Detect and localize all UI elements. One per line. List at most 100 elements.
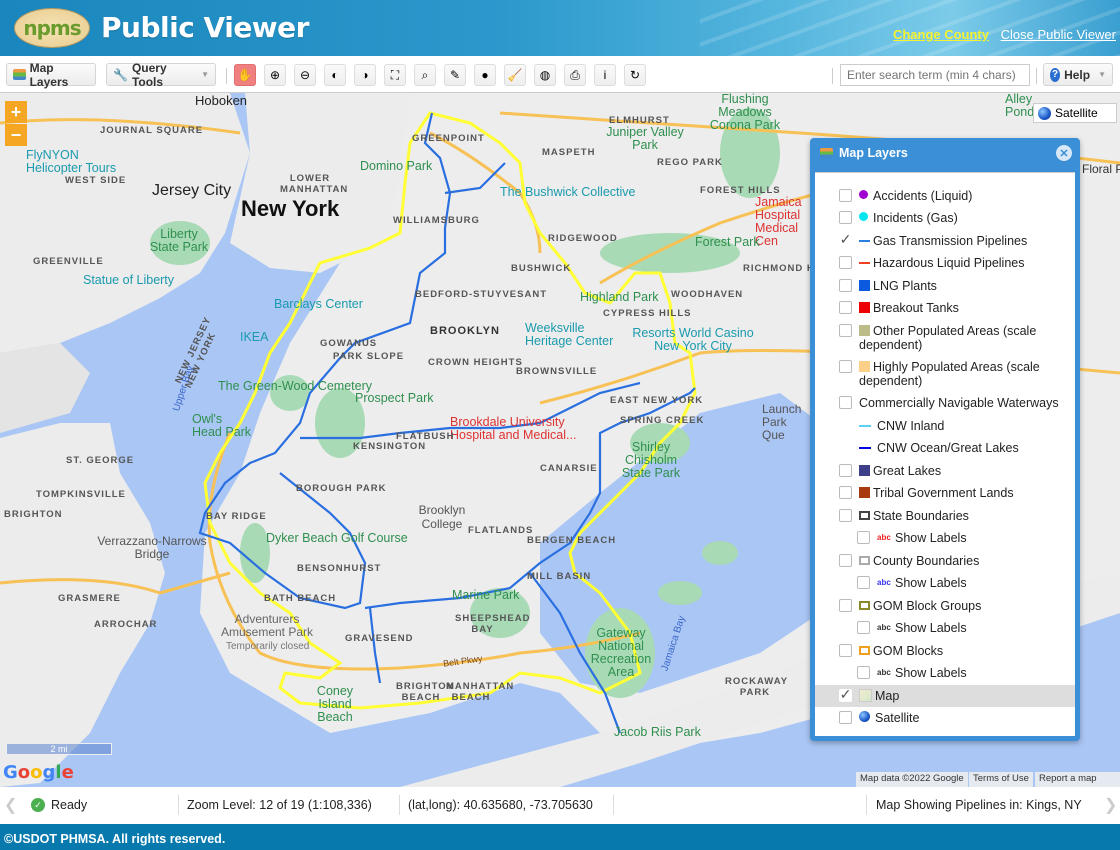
layer-item[interactable]: Breakout Tanks xyxy=(815,297,1075,319)
close-viewer-link[interactable]: Close Public Viewer xyxy=(1001,27,1116,42)
layer-item[interactable]: abc Show Labels xyxy=(815,662,1075,684)
layer-item[interactable]: abc Show Labels xyxy=(815,617,1075,639)
satellite-toggle-button[interactable]: Satellite xyxy=(1033,103,1117,123)
refresh-icon[interactable]: ↻ xyxy=(624,64,646,86)
change-county-link[interactable]: Change County xyxy=(893,27,989,42)
satellite-label: Satellite xyxy=(1055,106,1098,120)
layer-checkbox[interactable] xyxy=(839,301,852,314)
terms-of-use-link[interactable]: Terms of Use xyxy=(969,772,1033,787)
layer-label-continued: dependent) xyxy=(859,374,923,388)
zoom-previous-icon[interactable]: ◐ xyxy=(324,64,346,86)
identify-icon[interactable]: ⌕ xyxy=(414,64,436,86)
layer-item[interactable]: Hazardous Liquid Pipelines xyxy=(815,252,1075,274)
layer-checkbox[interactable] xyxy=(839,554,852,567)
zoom-out-button[interactable]: − xyxy=(5,124,27,146)
map-label: Liberty State Park xyxy=(149,227,209,254)
report-map-error-link[interactable]: Report a map error xyxy=(1035,772,1120,787)
layer-item[interactable]: ✓ Map xyxy=(815,685,1075,707)
logo-text: npms xyxy=(23,16,81,40)
map-label: Marine Park xyxy=(452,588,520,602)
layer-item[interactable]: CNW Ocean/Great Lakes xyxy=(815,437,1075,459)
map-label: Launch Park Que xyxy=(762,402,802,442)
help-button[interactable]: ? Help ▼ xyxy=(1043,63,1113,86)
map-label: BROOKLYN xyxy=(430,325,500,337)
scroll-right-icon[interactable]: ❯ xyxy=(1104,795,1117,815)
layer-checkbox[interactable] xyxy=(839,189,852,202)
layer-checkbox[interactable] xyxy=(839,464,852,477)
layer-item[interactable]: Other Populated Areas (scale dependent) xyxy=(815,320,1075,356)
layer-item[interactable]: LNG Plants xyxy=(815,275,1075,297)
map-label: Shirley Chisholm State Park xyxy=(621,440,681,480)
layer-checkbox[interactable] xyxy=(839,256,852,269)
area-symbol-icon xyxy=(859,361,870,372)
zoom-in-button[interactable]: + xyxy=(5,101,27,123)
map-label: BENSONHURST xyxy=(297,563,382,574)
layer-item[interactable]: CNW Inland xyxy=(815,415,1075,437)
layer-checkbox[interactable] xyxy=(857,531,870,544)
label-abc-icon: abc xyxy=(877,578,891,587)
pan-hand-icon[interactable]: ✋ xyxy=(234,64,256,86)
map-layers-button[interactable]: Map Layers xyxy=(6,61,96,89)
query-tools-button[interactable]: 🔧 Query Tools ▼ xyxy=(106,61,216,89)
layer-checkbox[interactable]: ✓ xyxy=(839,232,852,247)
layer-checkbox[interactable]: ✓ xyxy=(839,687,852,702)
info-icon[interactable]: i xyxy=(594,64,616,86)
layer-checkbox[interactable] xyxy=(839,211,852,224)
layer-checkbox[interactable] xyxy=(839,279,852,292)
boundary-symbol-icon xyxy=(859,511,870,520)
layer-item[interactable]: GOM Blocks xyxy=(815,640,1075,662)
map-label: WILLIAMSBURG xyxy=(393,215,480,226)
area-symbol-icon xyxy=(859,302,870,313)
layer-item[interactable]: Tribal Government Lands xyxy=(815,482,1075,504)
map-label: WOODHAVEN xyxy=(671,289,744,300)
layer-label: LNG Plants xyxy=(873,279,937,293)
layer-checkbox[interactable] xyxy=(857,576,870,589)
layer-label: Show Labels xyxy=(895,621,967,635)
layer-checkbox[interactable] xyxy=(839,360,852,373)
layer-checkbox[interactable] xyxy=(839,644,852,657)
layer-item[interactable]: Satellite xyxy=(815,707,1075,729)
layer-item[interactable]: GOM Block Groups xyxy=(815,595,1075,617)
close-icon[interactable]: ✕ xyxy=(1056,145,1072,161)
layer-label: Show Labels xyxy=(895,666,967,680)
layer-item[interactable]: ✓ Gas Transmission Pipelines xyxy=(815,230,1075,252)
zoom-in-icon[interactable]: ⊕ xyxy=(264,64,286,86)
layer-item[interactable]: Highly Populated Areas (scale dependent) xyxy=(815,356,1075,392)
layer-checkbox[interactable] xyxy=(839,396,852,409)
measure-icon[interactable]: ✎ xyxy=(444,64,466,86)
map-label: Brookdale University Hospital and Medica… xyxy=(450,415,577,442)
layer-item[interactable]: abc Show Labels xyxy=(815,527,1075,549)
layer-label: Show Labels xyxy=(895,531,967,545)
layer-item[interactable]: Incidents (Gas) xyxy=(815,207,1075,229)
print-icon[interactable]: ⎙ xyxy=(564,64,586,86)
layer-checkbox[interactable] xyxy=(857,621,870,634)
layer-checkbox[interactable] xyxy=(839,711,852,724)
layer-checkbox[interactable] xyxy=(839,599,852,612)
zoom-next-icon[interactable]: ◑ xyxy=(354,64,376,86)
layer-item[interactable]: County Boundaries xyxy=(815,550,1075,572)
map-label: BERGEN BEACH xyxy=(527,535,617,546)
layer-checkbox[interactable] xyxy=(839,509,852,522)
layer-item[interactable]: Great Lakes xyxy=(815,460,1075,482)
layer-item[interactable]: Commercially Navigable Waterways xyxy=(815,392,1075,414)
draw-circle-icon[interactable]: ● xyxy=(474,64,496,86)
layer-checkbox[interactable] xyxy=(839,486,852,499)
layer-label: CNW Inland xyxy=(877,419,945,433)
zoom-out-icon[interactable]: ⊖ xyxy=(294,64,316,86)
map-label: Temporarily closed xyxy=(226,641,310,652)
layer-checkbox[interactable] xyxy=(839,324,852,337)
layer-item[interactable]: abc Show Labels xyxy=(815,572,1075,594)
map-label: Barclays Center xyxy=(274,297,363,311)
map-layers-panel: Map Layers ✕ Accidents (Liquid) Incidents… xyxy=(810,138,1080,741)
search-input[interactable] xyxy=(840,64,1030,86)
layer-item[interactable]: State Boundaries xyxy=(815,505,1075,527)
layer-item[interactable]: Accidents (Liquid) xyxy=(815,185,1075,207)
globe-search-icon[interactable]: ◍ xyxy=(534,64,556,86)
zoom-full-extent-icon[interactable]: ⛶ xyxy=(384,64,406,86)
label-abc-icon: abc xyxy=(877,623,891,632)
clear-broom-icon[interactable]: 🧹 xyxy=(504,64,526,86)
area-symbol-icon xyxy=(859,487,870,498)
map-label: KENSINGTON xyxy=(353,441,427,452)
scroll-left-icon[interactable]: ❮ xyxy=(4,795,17,815)
layer-checkbox[interactable] xyxy=(857,666,870,679)
